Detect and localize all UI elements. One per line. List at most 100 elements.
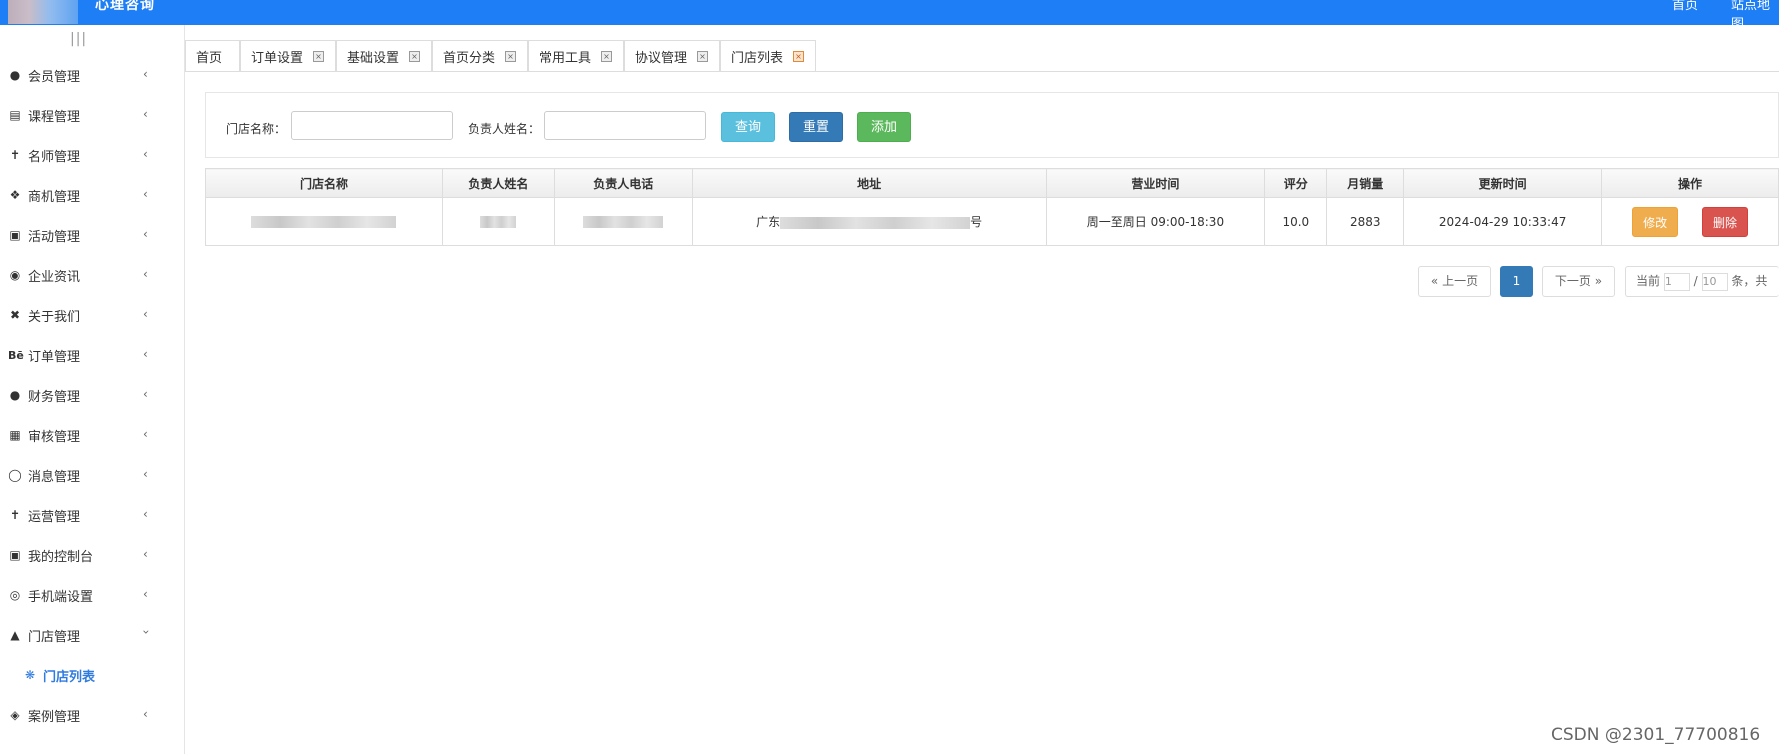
sidebar-item-label: 财务管理 (28, 389, 81, 405)
chevron-left-icon: ‹ (143, 67, 148, 81)
top-header: 心理咨询 首页 站点地图 (0, 0, 1779, 32)
tab-home[interactable]: 首页 (185, 40, 240, 71)
sidebar-item-courses[interactable]: ▤ 课程管理 ‹ (0, 95, 185, 135)
sidebar-subitem-store-list[interactable]: ❋ 门店列表 (0, 655, 185, 695)
tab-home-category[interactable]: 首页分类 × (432, 40, 528, 71)
edit-button[interactable]: 修改 (1632, 206, 1679, 237)
sidebar-item-label: 商机管理 (28, 189, 81, 205)
circle-notch-icon: ◯ (8, 468, 22, 482)
manager-name-label: 负责人姓名： (468, 122, 541, 136)
sidebar-item-label: 消息管理 (28, 469, 81, 485)
home-link[interactable]: 首页 (1672, 0, 1698, 13)
close-icon[interactable]: × (601, 50, 613, 62)
sidebar-item-business[interactable]: ❖ 商机管理 ‹ (0, 175, 185, 215)
sidebar-item-label: 运营管理 (28, 509, 81, 525)
address-cell: 广东 号 (691, 197, 1047, 246)
tab-label: 协议管理 (635, 50, 688, 66)
tab-basic-settings[interactable]: 基础设置 × (336, 40, 432, 71)
asterisk-icon: ❋ (24, 668, 36, 682)
tab-tools[interactable]: 常用工具 × (528, 40, 624, 71)
sidebar-item-console[interactable]: ▣ 我的控制台 ‹ (0, 535, 185, 575)
cube-icon: ◈ (10, 708, 20, 722)
behance-icon: Bē (8, 348, 24, 362)
chevron-left-icon: ‹ (143, 147, 148, 161)
tab-order-settings[interactable]: 订单设置 × (240, 40, 336, 71)
sidebar-item-news[interactable]: ◉ 企业资讯 ‹ (0, 255, 185, 295)
chevron-left-icon: ‹ (143, 707, 148, 721)
chevron-left-icon: ‹ (143, 307, 148, 321)
sidebar-item-cases[interactable]: ◈ 案例管理 ‹ (0, 695, 185, 735)
sidebar-item-about[interactable]: ✖ 关于我们 ‹ (0, 295, 185, 335)
column-header: 操作 (1601, 168, 1779, 198)
bank-icon: ▲ (10, 628, 20, 642)
chevron-left-icon: ‹ (143, 547, 148, 561)
sidebar-item-review[interactable]: ▦ 审核管理 ‹ (0, 415, 185, 455)
camera-icon: ◉ (9, 268, 21, 282)
chevron-left-icon: ‹ (143, 387, 148, 401)
next-page-button[interactable]: 下一页 » (1542, 266, 1615, 297)
sidebar-item-label: 案例管理 (28, 709, 81, 725)
store-name-input[interactable] (291, 111, 453, 140)
page-jump-suffix: 条，共 (1731, 274, 1768, 288)
reset-button[interactable]: 重置 (789, 112, 843, 142)
delete-button[interactable]: 删除 (1701, 206, 1748, 237)
sidebar-item-label: 名师管理 (28, 149, 81, 165)
sidebar-item-label: 课程管理 (28, 109, 81, 125)
redacted-phone (583, 216, 664, 228)
tab-agreements[interactable]: 协议管理 × (624, 40, 720, 71)
sidebar-item-teachers[interactable]: ✝ 名师管理 ‹ (0, 135, 185, 175)
add-button[interactable]: 添加 (857, 112, 911, 142)
actions-cell: 修改 删除 (1601, 197, 1779, 246)
tabs-divider (185, 71, 1779, 72)
chevron-down-icon: ‹ (138, 629, 153, 635)
close-icon[interactable]: × (409, 50, 421, 62)
column-header: 更新时间 (1403, 168, 1603, 198)
bomb-icon: ● (9, 388, 21, 402)
query-button[interactable]: 查询 (721, 112, 775, 142)
sidebar-item-finance[interactable]: ● 财务管理 ‹ (0, 375, 185, 415)
page-1-button[interactable]: 1 (1500, 266, 1533, 297)
chevron-left-icon: ‹ (143, 267, 148, 281)
sidebar-item-activities[interactable]: ▣ 活动管理 ‹ (0, 215, 185, 255)
redacted-address (780, 216, 971, 229)
close-icon[interactable]: × (793, 50, 805, 62)
sidebar-item-messages[interactable]: ◯ 消息管理 ‹ (0, 455, 185, 495)
page-number-input[interactable]: 1 (1663, 272, 1690, 291)
column-header: 评分 (1264, 168, 1328, 198)
column-header: 月销量 (1326, 168, 1405, 198)
monthly-sales-cell: 2883 (1326, 197, 1405, 246)
table-header-row: 门店名称 负责人姓名 负责人电话 地址 营业时间 评分 月销量 更新时间 操作 (205, 168, 1779, 198)
chevron-left-icon: ‹ (143, 507, 148, 521)
sidebar-item-stores[interactable]: ▲ 门店管理 ‹ (0, 615, 185, 655)
sidebar-item-mobile[interactable]: ◎ 手机端设置 ‹ (0, 575, 185, 615)
sidebar-item-label: 活动管理 (28, 229, 81, 245)
sidebar-item-label: 门店管理 (28, 629, 81, 645)
sidebar-item-members[interactable]: ● 会员管理 ‹ (0, 55, 185, 95)
redacted-store-name (251, 216, 397, 228)
sidebar-item-orders[interactable]: Bē 订单管理 ‹ (0, 335, 185, 375)
chevron-left-icon: ‹ (143, 467, 148, 481)
tab-store-list[interactable]: 门店列表 × (720, 40, 816, 71)
sidebar-collapse-icon[interactable]: ||| (70, 31, 87, 47)
page-size-input[interactable]: 10 (1701, 272, 1728, 291)
chevron-left-icon: ‹ (143, 107, 148, 121)
sitemap-link[interactable]: 站点地图 (1731, 0, 1779, 32)
sidebar-item-operations[interactable]: ✝ 运营管理 ‹ (0, 495, 185, 535)
tab-label: 订单设置 (251, 50, 304, 66)
sidebar-item-label: 企业资讯 (28, 269, 81, 285)
address-prefix: 广东 (756, 215, 781, 229)
sidebar-item-label: 手机端设置 (28, 589, 94, 605)
close-icon[interactable]: × (505, 50, 517, 62)
logo (8, 0, 78, 24)
chevron-left-icon: ‹ (143, 187, 148, 201)
app-title: 心理咨询 (95, 0, 155, 13)
close-icon[interactable]: × (697, 50, 709, 62)
person-icon: ✝ (9, 148, 21, 162)
prev-page-button[interactable]: « 上一页 (1418, 266, 1491, 297)
page-jump: 当前 1 / 10 条，共 (1625, 266, 1779, 297)
manager-name-input[interactable] (544, 111, 706, 140)
close-icon[interactable]: × (313, 50, 325, 62)
chevron-left-icon: ‹ (143, 227, 148, 241)
sidebar-item-label: 订单管理 (28, 349, 81, 365)
redacted-manager-name (480, 216, 517, 228)
